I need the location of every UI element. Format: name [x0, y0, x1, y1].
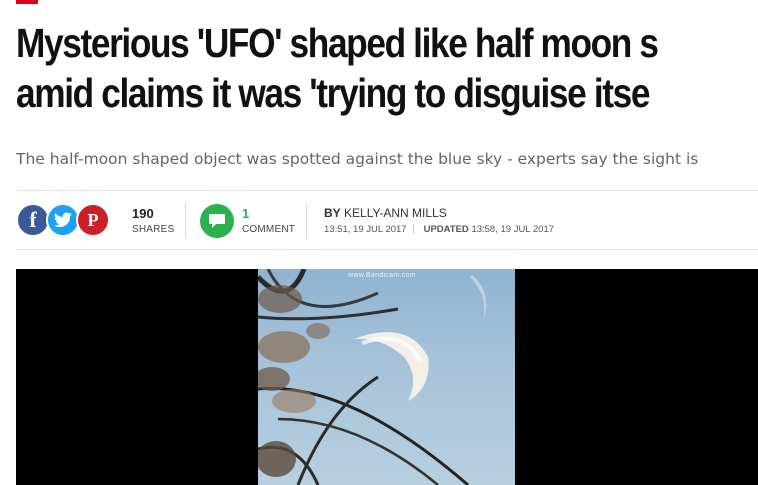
share-count: 190	[132, 206, 154, 221]
video-watermark: www.Bandicam.com	[348, 272, 416, 279]
brand-red-tab	[16, 0, 38, 4]
byline: BY KELLY-ANN MILLS	[324, 206, 447, 220]
share-bar: f P 190 SHARES 1 COMMENT BY KELLY-ANN MI…	[16, 199, 758, 245]
comment-count[interactable]: 1	[242, 206, 249, 221]
headline-line-2: amid claims it was 'trying to disguise i…	[16, 70, 650, 116]
bottom-divider	[16, 249, 758, 250]
updated-label: UPDATED	[423, 224, 469, 235]
top-divider	[16, 190, 758, 191]
published-time: 13:51, 19 JUL 2017	[324, 224, 407, 235]
timestamp-divider	[412, 224, 414, 235]
facebook-icon[interactable]: f	[16, 203, 50, 237]
headline-line-1: Mysterious 'UFO' shaped like half moon s	[16, 20, 659, 66]
video-frame[interactable]: www.Bandicam.com	[258, 269, 515, 485]
author-name[interactable]: KELLY-ANN MILLS	[344, 206, 447, 220]
timestamps: 13:51, 19 JUL 2017 UPDATED 13:58, 19 JUL …	[324, 224, 554, 235]
ufo-sky-scene	[258, 269, 487, 485]
article-headline: Mysterious 'UFO' shaped like half moon s…	[16, 18, 758, 118]
comment-label[interactable]: COMMENT	[242, 224, 295, 235]
updated-time: 13:58, 19 JUL 2017	[471, 224, 555, 235]
pinterest-icon[interactable]: P	[76, 203, 110, 237]
byline-prefix: BY	[324, 206, 341, 220]
share-count-label: SHARES	[132, 224, 175, 235]
twitter-icon[interactable]	[46, 203, 80, 237]
video-player[interactable]: www.Bandicam.com	[16, 269, 758, 485]
comment-icon[interactable]	[200, 204, 234, 238]
article-standfirst: The half-moon shaped object was spotted …	[16, 150, 699, 168]
share-separator	[185, 203, 186, 239]
speech-bubble-glyph	[209, 214, 225, 228]
twitter-bird-glyph	[54, 212, 72, 228]
comment-separator	[306, 203, 307, 239]
